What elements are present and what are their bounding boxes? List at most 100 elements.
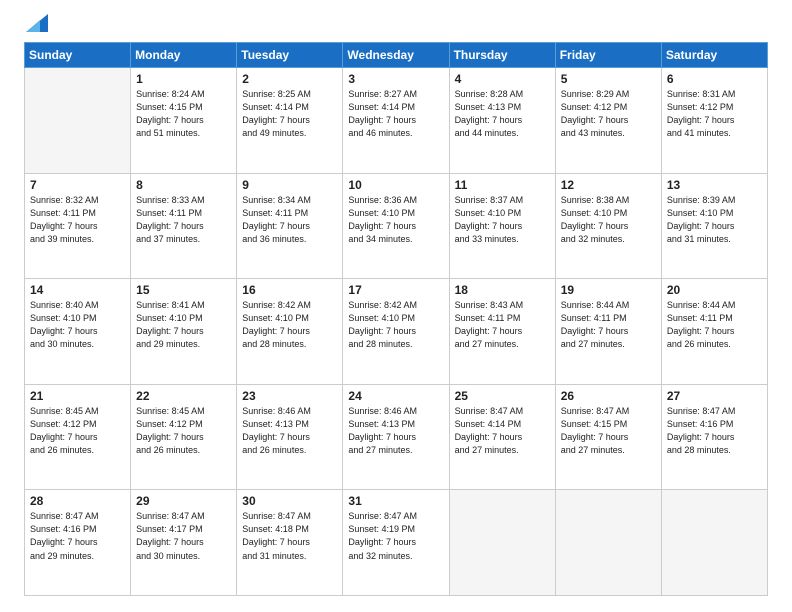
weekday-header-friday: Friday	[555, 43, 661, 68]
day-info: Sunrise: 8:32 AM Sunset: 4:11 PM Dayligh…	[30, 194, 125, 246]
day-info: Sunrise: 8:47 AM Sunset: 4:17 PM Dayligh…	[136, 510, 231, 562]
weekday-header-row: SundayMondayTuesdayWednesdayThursdayFrid…	[25, 43, 768, 68]
calendar-cell: 24 Sunrise: 8:46 AM Sunset: 4:13 PM Dayli…	[343, 384, 449, 490]
day-number: 23	[242, 389, 337, 403]
calendar-cell: 28 Sunrise: 8:47 AM Sunset: 4:16 PM Dayli…	[25, 490, 131, 596]
day-info: Sunrise: 8:44 AM Sunset: 4:11 PM Dayligh…	[561, 299, 656, 351]
day-number: 25	[455, 389, 550, 403]
day-info: Sunrise: 8:34 AM Sunset: 4:11 PM Dayligh…	[242, 194, 337, 246]
day-info: Sunrise: 8:43 AM Sunset: 4:11 PM Dayligh…	[455, 299, 550, 351]
week-row-0: 1Sunrise: 8:24 AM Sunset: 4:15 PM Daylig…	[25, 68, 768, 174]
calendar-cell: 4Sunrise: 8:28 AM Sunset: 4:13 PM Daylig…	[449, 68, 555, 174]
calendar-cell: 10Sunrise: 8:36 AM Sunset: 4:10 PM Dayli…	[343, 173, 449, 279]
day-number: 18	[455, 283, 550, 297]
day-number: 12	[561, 178, 656, 192]
day-number: 24	[348, 389, 443, 403]
week-row-1: 7 Sunrise: 8:32 AM Sunset: 4:11 PM Daylig…	[25, 173, 768, 279]
weekday-header-wednesday: Wednesday	[343, 43, 449, 68]
week-row-3: 21 Sunrise: 8:45 AM Sunset: 4:12 PM Dayli…	[25, 384, 768, 490]
day-info: Sunrise: 8:24 AM Sunset: 4:15 PM Dayligh…	[136, 88, 231, 140]
day-info: Sunrise: 8:47 AM Sunset: 4:16 PM Dayligh…	[667, 405, 762, 457]
day-info: Sunrise: 8:39 AM Sunset: 4:10 PM Dayligh…	[667, 194, 762, 246]
day-number: 4	[455, 72, 550, 86]
day-number: 29	[136, 494, 231, 508]
day-number: 14	[30, 283, 125, 297]
day-info: Sunrise: 8:42 AM Sunset: 4:10 PM Dayligh…	[348, 299, 443, 351]
day-info: Sunrise: 8:38 AM Sunset: 4:10 PM Dayligh…	[561, 194, 656, 246]
day-number: 9	[242, 178, 337, 192]
calendar-cell: 19Sunrise: 8:44 AM Sunset: 4:11 PM Dayli…	[555, 279, 661, 385]
day-info: Sunrise: 8:29 AM Sunset: 4:12 PM Dayligh…	[561, 88, 656, 140]
calendar-cell: 20 Sunrise: 8:44 AM Sunset: 4:11 PM Dayli…	[661, 279, 767, 385]
day-number: 7	[30, 178, 125, 192]
calendar-cell	[661, 490, 767, 596]
calendar-cell: 7 Sunrise: 8:32 AM Sunset: 4:11 PM Daylig…	[25, 173, 131, 279]
day-number: 11	[455, 178, 550, 192]
day-number: 3	[348, 72, 443, 86]
calendar-cell: 23Sunrise: 8:46 AM Sunset: 4:13 PM Dayli…	[237, 384, 343, 490]
day-info: Sunrise: 8:45 AM Sunset: 4:12 PM Dayligh…	[30, 405, 125, 457]
day-info: Sunrise: 8:33 AM Sunset: 4:11 PM Dayligh…	[136, 194, 231, 246]
page: SundayMondayTuesdayWednesdayThursdayFrid…	[0, 0, 792, 612]
day-info: Sunrise: 8:31 AM Sunset: 4:12 PM Dayligh…	[667, 88, 762, 140]
day-info: Sunrise: 8:41 AM Sunset: 4:10 PM Dayligh…	[136, 299, 231, 351]
day-info: Sunrise: 8:45 AM Sunset: 4:12 PM Dayligh…	[136, 405, 231, 457]
calendar-cell: 16Sunrise: 8:42 AM Sunset: 4:10 PM Dayli…	[237, 279, 343, 385]
week-row-2: 14 Sunrise: 8:40 AM Sunset: 4:10 PM Dayli…	[25, 279, 768, 385]
day-number: 21	[30, 389, 125, 403]
day-info: Sunrise: 8:27 AM Sunset: 4:14 PM Dayligh…	[348, 88, 443, 140]
day-number: 6	[667, 72, 762, 86]
weekday-header-monday: Monday	[131, 43, 237, 68]
header	[24, 20, 768, 32]
day-info: Sunrise: 8:47 AM Sunset: 4:16 PM Dayligh…	[30, 510, 125, 562]
day-info: Sunrise: 8:40 AM Sunset: 4:10 PM Dayligh…	[30, 299, 125, 351]
calendar-cell: 21 Sunrise: 8:45 AM Sunset: 4:12 PM Dayli…	[25, 384, 131, 490]
day-number: 13	[667, 178, 762, 192]
day-number: 27	[667, 389, 762, 403]
calendar-cell: 9 Sunrise: 8:34 AM Sunset: 4:11 PM Daylig…	[237, 173, 343, 279]
calendar-cell: 30Sunrise: 8:47 AM Sunset: 4:18 PM Dayli…	[237, 490, 343, 596]
calendar-cell: 29 Sunrise: 8:47 AM Sunset: 4:17 PM Dayli…	[131, 490, 237, 596]
day-info: Sunrise: 8:42 AM Sunset: 4:10 PM Dayligh…	[242, 299, 337, 351]
calendar-table: SundayMondayTuesdayWednesdayThursdayFrid…	[24, 42, 768, 596]
calendar-cell: 22 Sunrise: 8:45 AM Sunset: 4:12 PM Dayli…	[131, 384, 237, 490]
calendar-cell: 1Sunrise: 8:24 AM Sunset: 4:15 PM Daylig…	[131, 68, 237, 174]
logo	[24, 20, 48, 32]
week-row-4: 28 Sunrise: 8:47 AM Sunset: 4:16 PM Dayli…	[25, 490, 768, 596]
calendar-cell: 5 Sunrise: 8:29 AM Sunset: 4:12 PM Daylig…	[555, 68, 661, 174]
calendar-cell	[449, 490, 555, 596]
day-number: 31	[348, 494, 443, 508]
day-number: 15	[136, 283, 231, 297]
day-number: 10	[348, 178, 443, 192]
calendar-cell: 25Sunrise: 8:47 AM Sunset: 4:14 PM Dayli…	[449, 384, 555, 490]
weekday-header-sunday: Sunday	[25, 43, 131, 68]
calendar-cell: 12 Sunrise: 8:38 AM Sunset: 4:10 PM Dayli…	[555, 173, 661, 279]
calendar-cell: 17 Sunrise: 8:42 AM Sunset: 4:10 PM Dayli…	[343, 279, 449, 385]
day-info: Sunrise: 8:47 AM Sunset: 4:19 PM Dayligh…	[348, 510, 443, 562]
calendar-cell: 31 Sunrise: 8:47 AM Sunset: 4:19 PM Dayli…	[343, 490, 449, 596]
calendar-cell: 14 Sunrise: 8:40 AM Sunset: 4:10 PM Dayli…	[25, 279, 131, 385]
weekday-header-tuesday: Tuesday	[237, 43, 343, 68]
calendar-cell: 2 Sunrise: 8:25 AM Sunset: 4:14 PM Daylig…	[237, 68, 343, 174]
calendar-cell: 13 Sunrise: 8:39 AM Sunset: 4:10 PM Dayli…	[661, 173, 767, 279]
day-number: 17	[348, 283, 443, 297]
day-number: 28	[30, 494, 125, 508]
day-number: 20	[667, 283, 762, 297]
day-number: 2	[242, 72, 337, 86]
day-number: 5	[561, 72, 656, 86]
calendar-cell: 27 Sunrise: 8:47 AM Sunset: 4:16 PM Dayli…	[661, 384, 767, 490]
day-info: Sunrise: 8:44 AM Sunset: 4:11 PM Dayligh…	[667, 299, 762, 351]
calendar-cell: 11 Sunrise: 8:37 AM Sunset: 4:10 PM Dayli…	[449, 173, 555, 279]
logo-icon	[26, 14, 48, 32]
weekday-header-saturday: Saturday	[661, 43, 767, 68]
day-info: Sunrise: 8:46 AM Sunset: 4:13 PM Dayligh…	[348, 405, 443, 457]
day-info: Sunrise: 8:47 AM Sunset: 4:15 PM Dayligh…	[561, 405, 656, 457]
weekday-header-thursday: Thursday	[449, 43, 555, 68]
day-info: Sunrise: 8:37 AM Sunset: 4:10 PM Dayligh…	[455, 194, 550, 246]
day-info: Sunrise: 8:47 AM Sunset: 4:18 PM Dayligh…	[242, 510, 337, 562]
calendar-cell	[555, 490, 661, 596]
day-number: 22	[136, 389, 231, 403]
calendar-cell: 8 Sunrise: 8:33 AM Sunset: 4:11 PM Daylig…	[131, 173, 237, 279]
day-number: 8	[136, 178, 231, 192]
day-info: Sunrise: 8:25 AM Sunset: 4:14 PM Dayligh…	[242, 88, 337, 140]
